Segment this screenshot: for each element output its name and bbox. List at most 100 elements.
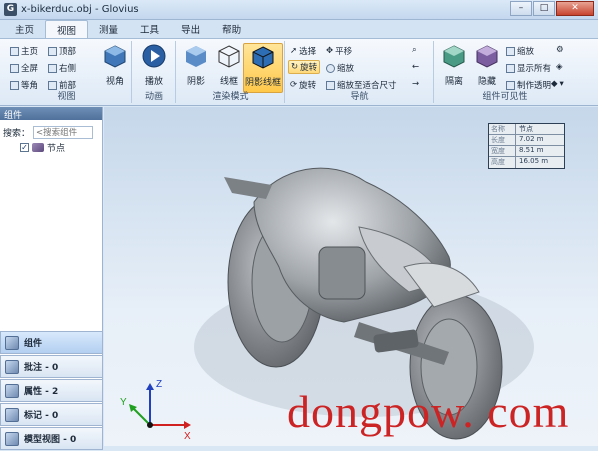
isolate-button[interactable]: 隔离 (437, 44, 471, 87)
3d-viewport[interactable]: 名称 节点 长度 7.02 m 宽度 8.51 m 高度 16.05 m Z X Y d… (104, 107, 598, 446)
tree-node[interactable]: ✓ 节点 (0, 141, 102, 154)
y-axis-line (131, 406, 151, 426)
tab-tools[interactable]: 工具 (129, 20, 170, 38)
tab-home[interactable]: 主页 (4, 20, 45, 38)
arrow-left-icon: ← (412, 62, 420, 72)
back-button[interactable]: ← (412, 62, 419, 72)
panel-title: 组件 (0, 107, 102, 121)
fullscreen-button[interactable]: 全屏 (10, 62, 38, 74)
pan-icon: ✥ (326, 46, 334, 56)
axis-triad: Z X Y (120, 379, 191, 442)
home-icon (10, 46, 19, 56)
annotation-icon (5, 359, 19, 374)
title-bar: G x-bikerduc.obj - Glovius – □ ✕ (0, 0, 598, 20)
node-checkbox[interactable]: ✓ (20, 143, 29, 152)
top-view-icon (48, 46, 57, 56)
model-views-tab[interactable]: 模型视图 - 0 (0, 427, 103, 450)
play-icon (142, 44, 166, 68)
rotate-button[interactable]: ↻ 旋转 (288, 60, 321, 74)
close-button[interactable]: ✕ (556, 1, 594, 16)
node-label: 节点 (47, 144, 66, 154)
show-all-icon (506, 63, 515, 73)
info-row-length: 长度 7.02 m (489, 135, 564, 146)
rotate-icon: ↻ (291, 62, 299, 72)
tab-export[interactable]: 导出 (170, 20, 211, 38)
node-icon (32, 143, 44, 152)
window-title: x-bikerduc.obj - Glovius (21, 4, 139, 15)
animation-group: 播放 动画 (133, 41, 176, 103)
maximize-button[interactable]: □ (533, 1, 555, 16)
x-axis-arrow (184, 421, 191, 429)
properties-icon (5, 383, 19, 398)
isolate-icon (443, 45, 465, 68)
tab-view[interactable]: 视图 (45, 20, 89, 38)
view-group: 主页 顶部 全屏 右侧 等角 前部 视角 视图 (2, 41, 132, 103)
properties-table: 名称 节点 长度 7.02 m 宽度 8.51 m 高度 16.05 m (488, 123, 565, 169)
cursor-icon: ➚ (290, 46, 298, 56)
view-angle-button[interactable]: 视角 (100, 44, 130, 87)
home-view-button[interactable]: 主页 (10, 45, 38, 57)
shaded-cube-icon (186, 46, 206, 67)
chevron-down-icon: ▾ (559, 79, 564, 89)
pencil-icon (5, 407, 19, 422)
navigation-group: ➚ 选择 ✥ 平移 ↻ 旋转 缩放 ⟳ 旋转 缩放至适合尺寸 ⌕ ← → 导航 (286, 41, 434, 103)
wireframe-button[interactable]: 线框 (212, 44, 246, 87)
visibility-zoom-button[interactable]: 缩放 (506, 45, 534, 57)
x-axis-label: X (184, 431, 191, 442)
visibility-group-label: 组件可见性 (482, 92, 528, 102)
y-axis-label: Y (120, 397, 127, 408)
animation-group-label: 动画 (144, 92, 163, 102)
magnify-button[interactable]: ⌕ (412, 45, 417, 55)
axis-origin (147, 422, 153, 428)
color-dropdown[interactable]: ◆ ▾ (551, 79, 564, 89)
zoom-icon (326, 63, 335, 73)
components-panel: 组件 搜索： ✓ 节点 组件 批注 - 0 属性 - 2 标记 - 0 模型视图… (0, 107, 103, 450)
tab-help[interactable]: 帮助 (211, 20, 252, 38)
pan-button[interactable]: ✥ 平移 (326, 45, 352, 57)
layers-icon: ◈ (556, 62, 563, 72)
wireframe-cube-icon (218, 45, 240, 68)
zoom-part-icon (506, 46, 515, 56)
properties-tab[interactable]: 属性 - 2 (0, 379, 103, 402)
info-row-height: 高度 16.05 m (491, 157, 549, 168)
panel-bottom-tabs: 组件 批注 - 0 属性 - 2 标记 - 0 模型视图 - 0 (0, 331, 103, 451)
shaded-button[interactable]: 阴影 (179, 44, 213, 87)
paint-icon: ◆ (551, 79, 558, 89)
settings-icon: ⚙ (556, 45, 564, 55)
zoom-button[interactable]: 缩放 (326, 62, 354, 74)
components-tab[interactable]: 组件 (0, 331, 103, 354)
visibility-option-2[interactable]: ◈ (556, 62, 563, 72)
z-axis-label: Z (156, 379, 162, 390)
shaded-wireframe-button[interactable]: 阴影线框 (243, 43, 283, 93)
components-icon (5, 335, 19, 350)
right-view-icon (48, 63, 57, 73)
right-view-button[interactable]: 右侧 (48, 62, 76, 74)
ribbon: 主页 顶部 全屏 右侧 等角 前部 视角 视图 播放 动画 阴影 线框 阴影线框 (0, 38, 598, 106)
watermark: dongpow. com (287, 386, 570, 437)
markup-tab[interactable]: 标记 - 0 (0, 403, 103, 426)
navigation-group-label: 导航 (350, 92, 369, 102)
render-group-label: 渲染模式 (212, 92, 249, 102)
search-row: 搜索： (0, 126, 102, 139)
arrow-right-icon: → (412, 79, 420, 89)
annotations-tab[interactable]: 批注 - 0 (0, 355, 103, 378)
view-group-label: 视图 (57, 92, 76, 102)
hide-button[interactable]: 隐藏 (470, 44, 504, 87)
info-row-width: 宽度 8.51 m (489, 146, 564, 157)
component-search-input[interactable] (33, 126, 94, 139)
show-all-button[interactable]: 显示所有 (506, 62, 551, 74)
top-view-button[interactable]: 顶部 (48, 45, 76, 57)
search-label: 搜索： (3, 129, 31, 139)
render-mode-group: 阴影 线框 阴影线框 渲染模式 (177, 41, 285, 103)
magnifier-icon: ⌕ (412, 45, 417, 55)
minimize-button[interactable]: – (510, 1, 532, 16)
cube-icon (104, 45, 126, 68)
tab-measure[interactable]: 测量 (88, 20, 129, 38)
z-axis-arrow (146, 383, 154, 390)
shaded-wireframe-cube-icon (252, 46, 274, 69)
visibility-option-1[interactable]: ⚙ (556, 45, 564, 55)
play-button[interactable]: 播放 (137, 44, 171, 87)
select-button[interactable]: ➚ 选择 (290, 45, 316, 57)
visibility-group: 隔离 隐藏 缩放 显示所有 制作透明 ⚙ ◈ ◆ ▾ 组件可见性 (435, 41, 575, 103)
forward-button[interactable]: → (412, 79, 419, 89)
